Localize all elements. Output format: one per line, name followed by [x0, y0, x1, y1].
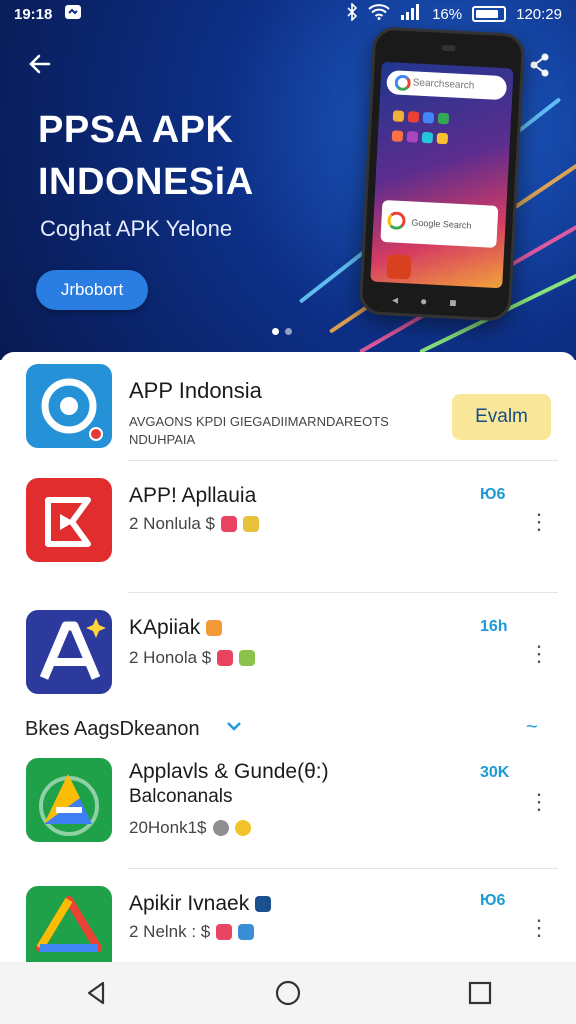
- app-size: Ю6: [480, 892, 506, 909]
- section-title: Bkes AagsDkeanon: [25, 718, 200, 740]
- status-time-left: 19:18: [14, 5, 53, 23]
- google-logo-icon: [394, 74, 412, 92]
- phone-search-card: Google Search: [380, 199, 499, 248]
- app-indonesia-icon: [26, 364, 112, 448]
- hero-cta-button[interactable]: Jrbobort: [36, 270, 148, 310]
- app-meta: 2 Nonlula $: [129, 514, 260, 534]
- carousel-dots[interactable]: [272, 328, 292, 335]
- green-a-app-icon: [26, 758, 112, 842]
- status-time-right: 120:29: [516, 5, 562, 23]
- divider: [128, 868, 558, 869]
- phone-camera: [441, 44, 456, 52]
- app-size: Ю6: [480, 486, 506, 503]
- app-name: APP! Apllauia: [129, 484, 257, 507]
- app-description-line1: AVGAONS KPDI GIEGADIIMARNDAREOTS: [129, 414, 389, 429]
- rating-badge-icon: [212, 820, 229, 836]
- phone-nav-icons: ◂●■: [391, 292, 479, 312]
- share-icon[interactable]: [524, 52, 556, 84]
- phone-search-bar: Searchsearch: [386, 69, 508, 101]
- phone-search-text: Searchsearch: [412, 77, 475, 92]
- video-player-app-icon: [26, 478, 112, 562]
- app-description-line2: NDUHPAIA: [129, 432, 196, 447]
- bluetooth-icon: [346, 2, 358, 25]
- list-item-featured[interactable]: APP Indonsia AVGAONS KPDI GIEGADIIMARNDA…: [0, 364, 576, 460]
- battery-icon: [472, 6, 507, 22]
- more-options-icon[interactable]: ⋮: [528, 508, 550, 536]
- app-name-line2: Balconanals: [129, 786, 233, 807]
- chevron-down-icon[interactable]: [226, 718, 242, 736]
- phone-app-grid: [391, 110, 450, 149]
- carousel-dot[interactable]: [285, 328, 292, 335]
- recents-square-icon[interactable]: [458, 971, 502, 1015]
- badge-icon: [206, 620, 223, 637]
- back-triangle-icon[interactable]: [74, 971, 118, 1015]
- play-badge-icon: [234, 820, 251, 836]
- hero-title-line1: PPSA APK: [38, 109, 234, 151]
- app-meta: 2 Honola $: [129, 648, 256, 668]
- more-options-icon[interactable]: ⋮: [528, 914, 550, 942]
- system-nav-bar: [0, 962, 576, 1024]
- phone-app-icon: [386, 254, 412, 280]
- google-logo-icon: [387, 211, 406, 231]
- letter-a-app-icon: [26, 610, 112, 694]
- divider: [128, 592, 558, 593]
- wifi-icon: [368, 4, 390, 24]
- more-options-icon[interactable]: ⋮: [528, 640, 550, 668]
- app-name: KApiiak: [129, 616, 223, 640]
- list-item[interactable]: APP! Apllauia 2 Nonlula $ Ю6 ⋮: [0, 478, 576, 568]
- play-badge-icon: [243, 516, 260, 532]
- app-meta-text: 2 Nonlula $: [129, 514, 216, 533]
- app-meta: 20Honk1$: [129, 818, 251, 838]
- app-name-text: KApiiak: [129, 616, 201, 639]
- battery-percent: 16%: [432, 5, 463, 23]
- carousel-dot-active[interactable]: [272, 328, 279, 335]
- hero-banner[interactable]: 19:18 16% 120:29 PPSA APK INDONESiA Cogh…: [0, 0, 576, 360]
- more-options-icon[interactable]: ⋮: [528, 788, 550, 816]
- list-item[interactable]: Apikir Ivnaek 2 Nelnk : $ Ю6 ⋮: [0, 886, 576, 966]
- app-name: Applavls & Gunde(θ:): [129, 760, 329, 783]
- app-size: 16h: [480, 618, 508, 635]
- app-name: Apikir Ivnaek: [129, 892, 272, 916]
- hero-title: PPSA APK INDONESiA: [38, 104, 254, 208]
- badge-icon: [255, 896, 272, 913]
- app-name-text: Apikir Ivnaek: [129, 892, 250, 915]
- install-button[interactable]: Evalm: [452, 394, 551, 440]
- hero-title-line2: INDONESiA: [38, 161, 254, 203]
- app-meta-text: 2 Nelnk : $: [129, 922, 211, 941]
- play-badge-icon: [238, 924, 255, 940]
- app-list: APP Indonsia AVGAONS KPDI GIEGADIIMARNDA…: [0, 352, 576, 962]
- app-meta-text: 2 Honola $: [129, 648, 212, 667]
- app-meta-text: 20Honk1$: [129, 818, 207, 837]
- app-size: 30K: [480, 764, 510, 781]
- triangle-app-icon: [26, 886, 112, 962]
- signal-icon: [400, 4, 422, 24]
- phone-screen: Searchsearch Google Search: [370, 61, 514, 289]
- play-badge-icon: [239, 650, 256, 666]
- back-arrow-icon[interactable]: [22, 50, 58, 86]
- hero-subtitle: Coghat APK Yelone: [40, 216, 233, 241]
- app-meta: 2 Nelnk : $: [129, 922, 255, 942]
- section-more-button[interactable]: ~: [526, 716, 538, 739]
- phone-card-text: Google Search: [411, 217, 472, 231]
- list-item[interactable]: KApiiak 2 Honola $ 16h ⋮: [0, 610, 576, 700]
- list-item[interactable]: Applavls & Gunde(θ:) Balconanals 20Honk1…: [0, 758, 576, 848]
- status-bar: 19:18 16% 120:29: [0, 0, 576, 28]
- home-circle-icon[interactable]: [266, 971, 310, 1015]
- rating-badge-icon: [221, 516, 238, 532]
- rating-badge-icon: [216, 924, 233, 940]
- rating-badge-icon: [217, 650, 234, 666]
- phone-mockup-image: Searchsearch Google Search ◂●■: [358, 26, 526, 322]
- app-name: APP Indonsia: [129, 378, 262, 403]
- notification-icon: [64, 4, 82, 24]
- divider: [128, 460, 558, 461]
